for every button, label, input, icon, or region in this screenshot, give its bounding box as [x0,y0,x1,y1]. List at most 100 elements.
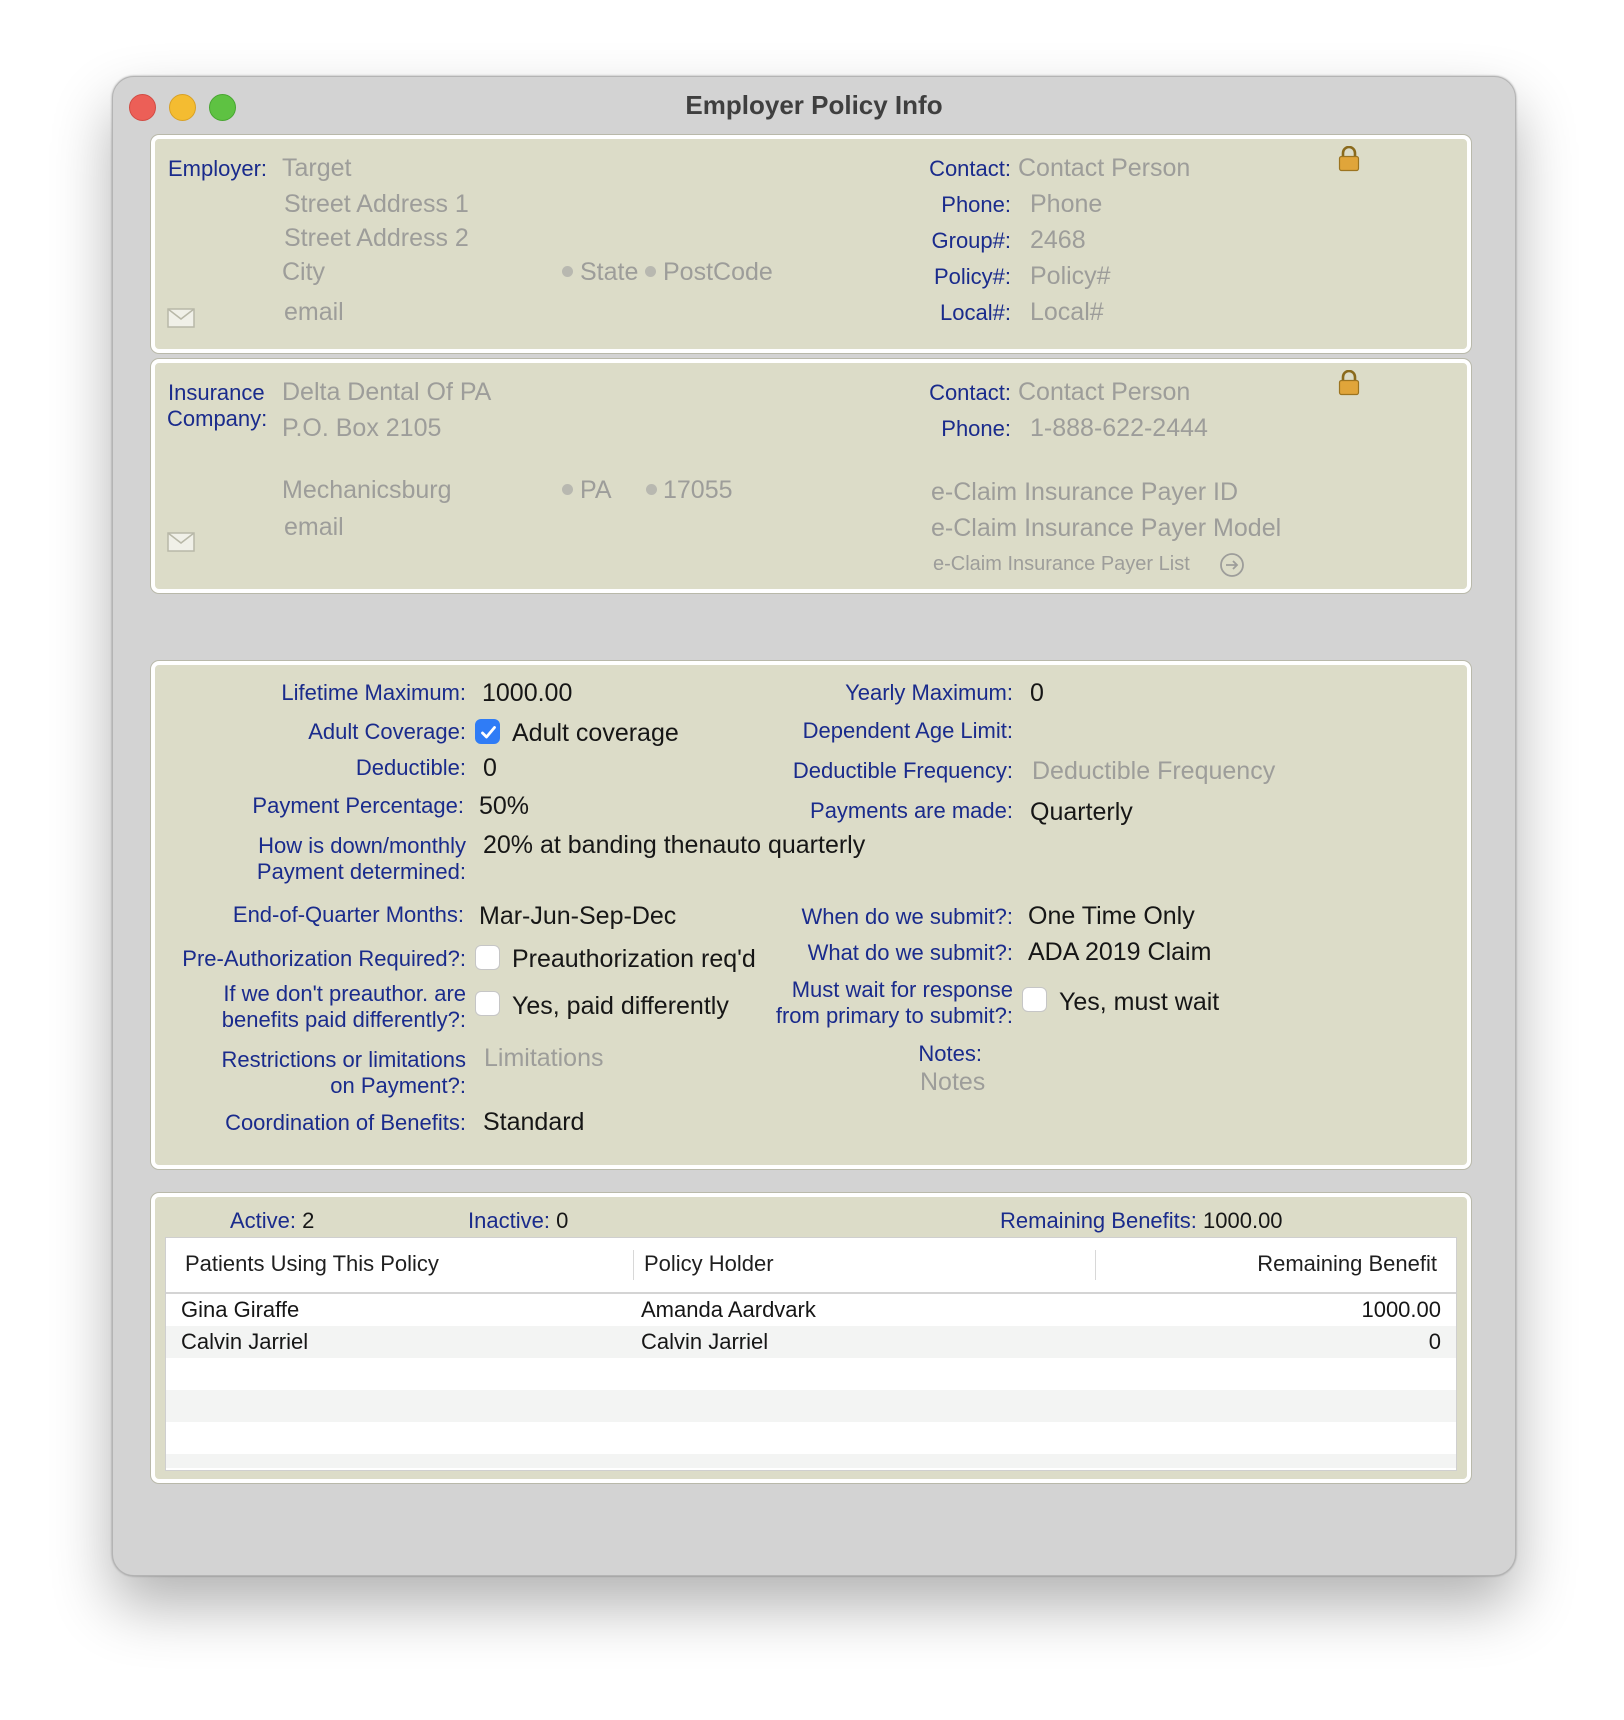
empty-table-row [166,1358,1456,1390]
insurance-name-field[interactable]: Delta Dental Of PA [282,377,491,407]
policy-holder-name: Calvin Jarriel [641,1329,769,1354]
preauthorization-label: Pre-Authorization Required?: [182,946,466,971]
policy-holder-name: Amanda Aardvark [641,1297,816,1322]
dependent-age-limit-label: Dependent Age Limit: [802,718,1013,743]
remaining-benefit-value: 1000.00 [1361,1297,1441,1322]
column-divider[interactable] [1095,1250,1096,1280]
insurance-label-line1: Insurance [168,380,265,405]
paid-differently-checkbox[interactable] [475,991,500,1016]
group-number-field[interactable]: 2468 [1030,225,1086,255]
arrow-circle-right-icon[interactable] [1219,552,1245,578]
down-monthly-label-line1: How is down/monthly [258,833,466,858]
insurance-contact-field[interactable]: Contact Person [1018,377,1190,407]
down-monthly-field[interactable]: 20% at banding thenauto quarterly [483,830,865,860]
end-of-quarter-field[interactable]: Mar-Jun-Sep-Dec [479,901,676,931]
restrictions-field[interactable]: Limitations [484,1043,604,1073]
column-header-policy-holder[interactable]: Policy Holder [644,1251,774,1277]
payer-list-link[interactable]: e-Claim Insurance Payer List [933,552,1190,576]
deductible-label: Deductible: [355,755,466,780]
employer-policy-window: Employer Policy Info Employer: Target St… [112,76,1516,1576]
table-row[interactable]: Calvin Jarriel Calvin Jarriel 0 [166,1326,1456,1358]
employer-state-field[interactable]: State [580,257,638,287]
payment-percentage-label: Payment Percentage: [252,793,464,818]
column-divider[interactable] [633,1250,634,1280]
empty-table-row [166,1422,1456,1454]
local-number-label: Local#: [940,300,1011,325]
field-separator-dot [562,266,573,277]
employer-city-field[interactable]: City [282,257,325,287]
employer-contact-field[interactable]: Contact Person [1018,153,1190,183]
lifetime-maximum-label: Lifetime Maximum: [281,680,466,705]
insurance-email-field[interactable]: email [284,512,344,542]
group-number-label: Group#: [931,228,1012,253]
employer-contact-label: Contact: [929,156,1011,181]
preauthorization-checkbox[interactable] [475,945,500,970]
employer-email-field[interactable]: email [284,297,344,327]
active-value: 2 [302,1208,315,1233]
field-separator-dot [645,266,656,277]
policy-number-field[interactable]: Policy# [1030,261,1111,291]
adult-coverage-text: Adult coverage [512,719,679,747]
checkmark-icon [481,726,496,739]
employer-street2-field[interactable]: Street Address 2 [284,223,469,253]
field-separator-dot [646,484,657,495]
table-row[interactable]: Gina Giraffe Amanda Aardvark 1000.00 [166,1294,1456,1326]
coordination-of-benefits-label: Coordination of Benefits: [225,1110,466,1135]
patients-table[interactable]: Patients Using This Policy Policy Holder… [165,1237,1457,1471]
must-wait-text: Yes, must wait [1059,988,1220,1016]
notes-label: Notes: [918,1041,982,1066]
column-header-patient[interactable]: Patients Using This Policy [185,1251,439,1277]
notes-field[interactable]: Notes [920,1067,985,1097]
lock-icon[interactable] [1338,146,1360,172]
local-number-field[interactable]: Local# [1030,297,1104,327]
paid-differently-label-line2: benefits paid differently?: [221,1007,466,1032]
deductible-frequency-field[interactable]: Deductible Frequency [1032,756,1275,786]
deductible-field[interactable]: 0 [483,753,497,783]
payment-percentage-field[interactable]: 50% [479,791,529,821]
payments-made-field[interactable]: Quarterly [1030,797,1133,827]
policy-number-label: Policy#: [933,264,1011,289]
inactive-label: Inactive: [468,1208,550,1233]
patient-name: Gina Giraffe [181,1297,300,1322]
restrictions-label-line1: Restrictions or limitations [221,1047,466,1072]
employer-label: Employer: [168,156,268,181]
insurance-postcode-field[interactable]: 17055 [663,475,733,505]
end-of-quarter-label: End-of-Quarter Months: [232,902,464,927]
deductible-frequency-label: Deductible Frequency: [792,758,1013,783]
when-submit-field[interactable]: One Time Only [1028,901,1195,931]
restrictions-label-line2: on Payment?: [330,1073,466,1098]
insurance-street1-field[interactable]: P.O. Box 2105 [282,413,441,443]
employer-phone-field[interactable]: Phone [1030,189,1102,219]
employer-panel: Employer: Target Street Address 1 Street… [151,135,1471,353]
yearly-maximum-field[interactable]: 0 [1030,678,1044,708]
lifetime-maximum-field[interactable]: 1000.00 [482,678,572,708]
active-count: Active: 2 [230,1208,314,1234]
title-bar[interactable]: Employer Policy Info [113,77,1515,133]
employer-postcode-field[interactable]: PostCode [663,257,773,287]
envelope-icon[interactable] [167,308,195,328]
insurance-phone-field[interactable]: 1-888-622-2444 [1030,413,1208,443]
insurance-state-field[interactable]: PA [580,475,612,505]
paid-differently-label-line1: If we don't preauthor. are [223,981,466,1006]
envelope-icon[interactable] [167,532,195,552]
insurance-label-line2: Company: [167,406,268,431]
table-header: Patients Using This Policy Policy Holder… [166,1238,1456,1294]
adult-coverage-checkbox[interactable] [475,719,500,744]
dependent-age-limit-field[interactable] [1030,716,1330,746]
inactive-value: 0 [556,1208,569,1233]
lock-icon[interactable] [1338,370,1360,396]
column-header-remaining-benefit[interactable]: Remaining Benefit [1257,1251,1437,1277]
active-label: Active: [230,1208,297,1233]
payer-id-field[interactable]: e-Claim Insurance Payer ID [931,477,1238,507]
insurance-contact-label: Contact: [929,380,1011,405]
coordination-of-benefits-field[interactable]: Standard [483,1107,584,1137]
what-submit-label: What do we submit?: [807,940,1013,965]
employer-street1-field[interactable]: Street Address 1 [284,189,469,219]
must-wait-checkbox[interactable] [1022,987,1047,1012]
employer-name-field[interactable]: Target [282,153,351,183]
empty-table-row [166,1454,1456,1468]
patients-panel: Active: 2 Inactive: 0 Remaining Benefits… [151,1193,1471,1483]
payer-model-field[interactable]: e-Claim Insurance Payer Model [931,513,1281,543]
what-submit-field[interactable]: ADA 2019 Claim [1028,937,1211,967]
insurance-city-field[interactable]: Mechanicsburg [282,475,452,505]
